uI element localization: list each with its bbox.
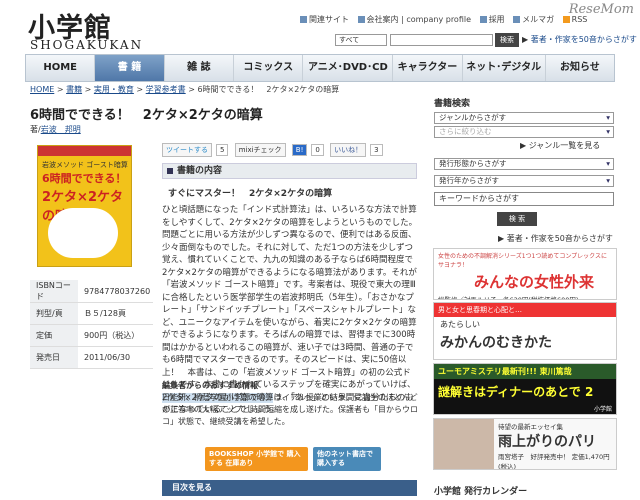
hatena-count: 0 (311, 144, 324, 156)
nav-magazines[interactable]: 雑 誌 (165, 55, 235, 81)
year-select[interactable]: 発行年からさがす (434, 175, 614, 187)
link-recruit[interactable]: 採用 (479, 15, 505, 24)
social-bar: ツイートする 5 mixiチェック B! 0 いいね！ 3 (162, 143, 387, 157)
crumb-practical[interactable]: 実用・教育 (94, 85, 134, 94)
nav-comics[interactable]: コミックス (234, 55, 304, 81)
nav-digital[interactable]: ネット･デジタル (463, 55, 546, 81)
search-input[interactable] (390, 34, 493, 46)
table-row: 発売日 2011/06/30 (30, 346, 153, 369)
link-related-sites[interactable]: 関連サイト (300, 15, 349, 24)
buy-other-button[interactable]: 他のネット書店で 購入する (313, 447, 381, 471)
author-photo (434, 419, 494, 469)
nav-anime[interactable]: アニメ･DVD･CD (303, 55, 394, 81)
hatena-button[interactable]: B! (291, 144, 308, 156)
search-scope-select[interactable]: すべて (335, 34, 387, 46)
content-subtitle: すぐにマスター！ 2ケタ×2ケタの暗算 (168, 189, 333, 199)
book-info-table: ISBNコード 9784778037260 判型/頁 Ｂ５/128頁 定価 900円（… (30, 280, 153, 369)
nav-news[interactable]: お知らせ (546, 55, 614, 81)
crumb-home[interactable]: HOME (30, 85, 54, 94)
link-rss[interactable]: RSS (562, 15, 587, 24)
ad-paris-essay[interactable]: 待望の最新エッセイ集 雨上がりのパリ 雨宮塔子 好評発売中！ 定価1,470円(… (433, 418, 617, 470)
ad-womens-clinic[interactable]: 女性のための不調解消シリーズ1つ1つ読めてコンプレックスにサヨナラ！ みんなの女… (433, 248, 617, 300)
author-search-link[interactable]: ▶ 著者・作家を50音からさがす (522, 34, 637, 45)
breadcrumb: HOME > 書籍 > 実用・教育 > 学習参考書 > 6時間でできる！ 2ケタ… (30, 85, 340, 94)
ad-mikan[interactable]: 男と女と思春期と心配と… あたらしい みかんのむきかた (433, 302, 617, 360)
section-header: 書籍の内容 (162, 163, 417, 179)
genre-select[interactable]: ジャンルからさがす (434, 112, 614, 124)
cover-illustration (48, 208, 118, 258)
table-row: 定価 900円（税込） (30, 324, 153, 347)
recommendation-heading: 編集者からのおすすめ情報 (162, 381, 258, 390)
mixi-check-button[interactable]: mixiチェック (234, 143, 286, 157)
logo-english[interactable]: SHOGAKUKAN (30, 38, 143, 52)
genre-list-link[interactable]: ▶ ジャンル一覧を見る (520, 140, 600, 151)
author-link[interactable]: 岩波 邦明 (41, 125, 81, 134)
table-row: 判型/頁 Ｂ５/128頁 (30, 302, 153, 325)
link-mailmag[interactable]: メルマガ (513, 15, 554, 24)
like-count: 3 (370, 144, 383, 156)
table-row: ISBNコード 9784778037260 (30, 280, 153, 303)
tweet-count: 5 (216, 144, 229, 156)
crumb-books[interactable]: 書籍 (66, 85, 82, 94)
like-button[interactable]: いいね！ (330, 143, 367, 157)
link-company[interactable]: 会社案内 | company profile (357, 15, 471, 24)
crumb-current: 6時間でできる！ 2ケタ×2ケタの暗算 (197, 85, 340, 94)
buy-bookshop-button[interactable]: BOOKSHOP 小学館で 購入する 在庫あり (205, 447, 308, 471)
rss-icon (562, 16, 570, 23)
nav-home[interactable]: HOME (26, 55, 96, 81)
page-title: 6時間でできる！ 2ケタ×2ケタの暗算 (30, 108, 263, 123)
main-nav: HOME 書 籍 雑 誌 コミックス アニメ･DVD･CD キャラクター ネット… (25, 54, 615, 82)
recruit-icon (479, 16, 487, 23)
sidebar-search-button[interactable]: 検 索 (497, 212, 537, 226)
keyword-input[interactable]: キーワードからさがす (434, 192, 614, 206)
nav-character[interactable]: キャラクター (393, 55, 463, 81)
crumb-study[interactable]: 学習参考書 (146, 85, 186, 94)
author-line: 著/岩波 邦明 (30, 125, 81, 134)
book-cover: 岩波メソッド ゴースト暗算 6時間でできる！ 2ケタ×2ケタの暗算 (37, 145, 132, 267)
recommendation-body: 日能研、桐蔭学園小学部でのトライアル授業の結果、受講生のほとんどが正答率の大幅ア… (162, 393, 418, 426)
cover-top-text: 岩波メソッド ゴースト暗算 (42, 161, 128, 169)
narrow-select[interactable]: さらに絞り込む (434, 126, 614, 138)
nav-books[interactable]: 書 籍 (95, 55, 165, 81)
search-button[interactable]: 検索 (495, 33, 519, 47)
calendar-heading: 小学館 発行カレンダー (434, 487, 528, 497)
company-icon (357, 16, 365, 23)
top-links: 関連サイト 会社案内 | company profile 採用 メルマガ RSS (300, 14, 593, 25)
format-select[interactable]: 発行形態からさがす (434, 158, 614, 170)
tweet-button[interactable]: ツイートする (162, 143, 212, 157)
toc-button[interactable]: 目次を見る (162, 480, 417, 496)
related-icon (300, 16, 307, 23)
cover-line1: 6時間でできる！ (42, 172, 127, 185)
mail-icon (513, 16, 521, 23)
sidebar-author-link[interactable]: ▶ 著者・作家を50音からさがす (498, 233, 613, 244)
ad-mystery[interactable]: ユーモアミステリ最新刊!!! 東川篤哉 謎解きはディナーのあとで 2 小学館 (433, 363, 617, 415)
